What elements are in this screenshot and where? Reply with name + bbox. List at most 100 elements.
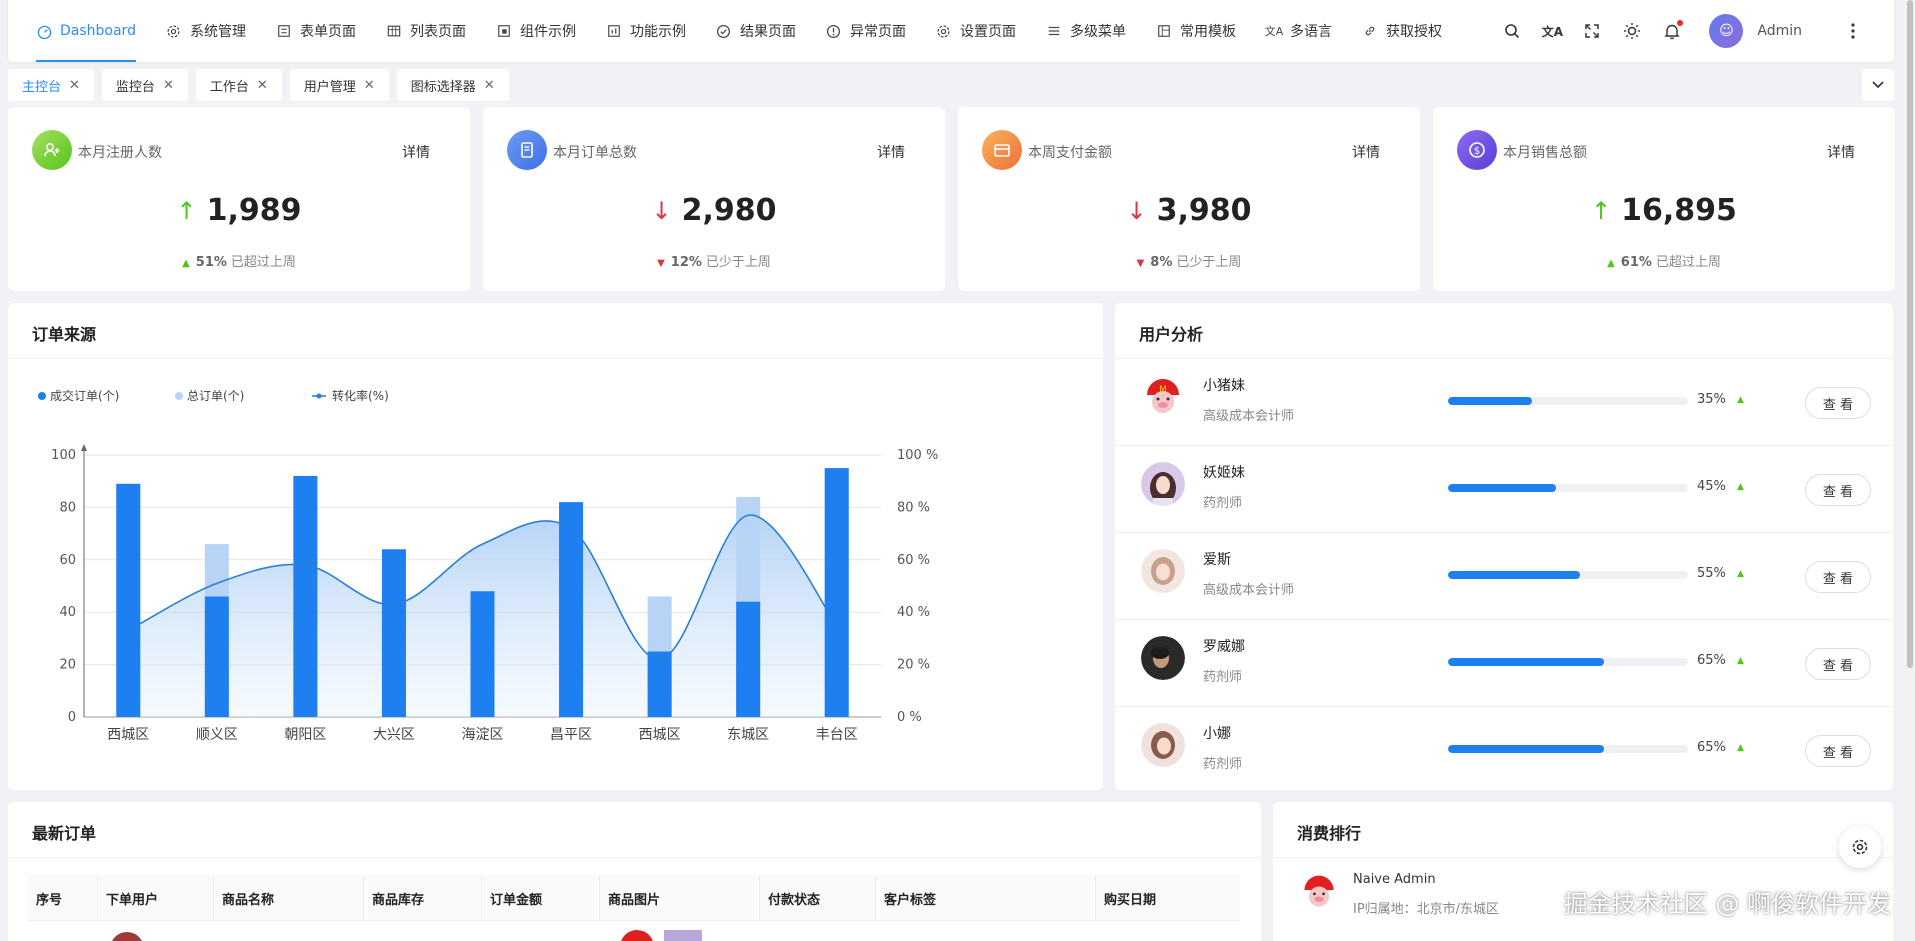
view-button[interactable]: 查 看 bbox=[1805, 387, 1871, 419]
user-role: 药剂师 bbox=[1203, 757, 1243, 772]
tab-user-manage[interactable]: 用户管理 ✕ bbox=[289, 69, 389, 101]
settings-gear-icon[interactable] bbox=[1839, 826, 1881, 868]
view-button[interactable]: 查 看 bbox=[1805, 474, 1871, 506]
detail-link[interactable]: 详情 bbox=[1827, 142, 1855, 162]
user-menu[interactable]: ☺ Admin bbox=[1709, 14, 1802, 48]
tab-console[interactable]: 主控台 ✕ bbox=[8, 69, 94, 101]
y-tick-label: 20 bbox=[59, 658, 76, 673]
user-name: 爱斯 bbox=[1203, 552, 1231, 568]
x-tick-label: 朝阳区 bbox=[284, 727, 326, 743]
more-vertical-icon[interactable] bbox=[1842, 20, 1864, 42]
translate-icon[interactable]: 文A bbox=[1541, 20, 1563, 42]
theme-sun-icon[interactable] bbox=[1621, 20, 1643, 42]
nav-label: 功能示例 bbox=[629, 24, 686, 40]
tab-monitor[interactable]: 监控台 ✕ bbox=[101, 69, 188, 101]
view-button[interactable]: 查 看 bbox=[1805, 735, 1871, 767]
y-axis-arrow bbox=[81, 444, 87, 451]
tab-icon-picker[interactable]: 图标选择器 ✕ bbox=[396, 69, 509, 101]
nav-label: 结果页面 bbox=[739, 24, 796, 40]
column-header[interactable]: 下单用户 bbox=[98, 875, 214, 921]
triangle-up-icon: ▲ bbox=[1737, 569, 1744, 579]
x-tick-label: 顺义区 bbox=[196, 727, 238, 743]
bell-icon[interactable] bbox=[1661, 20, 1684, 42]
progress-fill bbox=[1448, 571, 1580, 579]
y-tick-label: 100 bbox=[51, 448, 76, 463]
tab-workplace[interactable]: 工作台 ✕ bbox=[195, 69, 282, 101]
warning-circle-icon bbox=[826, 23, 842, 39]
tab-label: 用户管理 bbox=[303, 79, 356, 95]
fullscreen-icon[interactable] bbox=[1581, 20, 1603, 42]
nav-i18n[interactable]: 文A 多语言 bbox=[1265, 0, 1332, 62]
column-header[interactable]: 序号 bbox=[28, 875, 98, 921]
nav-label: 列表页面 bbox=[409, 24, 466, 40]
avatar bbox=[1141, 723, 1185, 767]
chevron-down-icon[interactable] bbox=[1862, 69, 1894, 101]
rank-user-ip: IP归属地：北京市/东城区 bbox=[1353, 902, 1500, 917]
column-header[interactable]: 订单金额 bbox=[482, 875, 600, 921]
nav-list[interactable]: 列表页面 bbox=[386, 0, 466, 62]
dollar-circle-icon: $ bbox=[1457, 130, 1497, 170]
card-title: 最新订单 bbox=[32, 824, 97, 843]
nav-exception[interactable]: 异常页面 bbox=[826, 0, 906, 62]
bar-deal bbox=[470, 591, 495, 717]
nav-label: 表单页面 bbox=[299, 24, 356, 40]
table-row bbox=[28, 922, 1240, 941]
legend-marker bbox=[175, 392, 183, 400]
triangle-up-icon: ▲ bbox=[182, 258, 190, 269]
form-icon bbox=[276, 23, 292, 39]
bar-deal bbox=[204, 596, 229, 717]
stat-value-row: ↓ 3,980 bbox=[958, 193, 1420, 228]
template-icon bbox=[1156, 23, 1172, 39]
tab-label: 图标选择器 bbox=[410, 79, 476, 95]
column-header[interactable]: 商品图片 bbox=[600, 875, 760, 921]
stat-compare-text: 已超过上周 bbox=[230, 255, 296, 270]
nav-settings[interactable]: 设置页面 bbox=[936, 0, 1016, 62]
nav-dashboard[interactable]: Dashboard bbox=[36, 0, 136, 62]
user-role: 药剂师 bbox=[1203, 496, 1243, 511]
detail-link[interactable]: 详情 bbox=[1352, 142, 1380, 162]
y-tick-label: 40 bbox=[59, 605, 76, 620]
nav-form[interactable]: 表单页面 bbox=[276, 0, 356, 62]
stat-card-payments: 本周支付金额 详情 ↓ 3,980 ▼ 8% 已少于上周 bbox=[958, 107, 1420, 291]
legend-marker bbox=[38, 392, 46, 400]
search-icon[interactable] bbox=[1501, 20, 1523, 42]
view-button[interactable]: 查 看 bbox=[1805, 648, 1871, 680]
progress-fill bbox=[1448, 745, 1604, 753]
nav-label: 常用模板 bbox=[1179, 24, 1236, 40]
order-doc-icon bbox=[507, 130, 547, 170]
stat-label: 本月订单总数 bbox=[553, 145, 637, 161]
nav-license[interactable]: 获取授权 bbox=[1362, 0, 1442, 62]
user-row: 妖姬妹 药剂师 45% ▲ 查 看 bbox=[1115, 446, 1893, 533]
column-header[interactable]: 商品库存 bbox=[364, 875, 482, 921]
close-icon[interactable]: ✕ bbox=[364, 78, 375, 93]
bar-deal bbox=[559, 502, 584, 717]
detail-link[interactable]: 详情 bbox=[877, 142, 905, 162]
nav-components[interactable]: 组件示例 bbox=[496, 0, 576, 62]
close-icon[interactable]: ✕ bbox=[257, 78, 268, 93]
column-header[interactable]: 商品名称 bbox=[214, 875, 364, 921]
user-role: 药剂师 bbox=[1203, 670, 1243, 685]
nav-multilevel[interactable]: 多级菜单 bbox=[1046, 0, 1126, 62]
stat-percent: 51% bbox=[195, 255, 227, 270]
close-icon[interactable]: ✕ bbox=[163, 78, 174, 93]
stat-card-sales: $ 本月销售总额 详情 ↑ 16,895 ▲ 61% 已超过上周 bbox=[1433, 107, 1895, 291]
scrollbar[interactable] bbox=[1905, 0, 1915, 941]
view-button[interactable]: 查 看 bbox=[1805, 561, 1871, 593]
detail-link[interactable]: 详情 bbox=[402, 142, 430, 162]
close-icon[interactable]: ✕ bbox=[69, 78, 80, 93]
column-header[interactable]: 购买日期 bbox=[1096, 875, 1240, 921]
legend-marker bbox=[316, 393, 322, 399]
scrollbar-thumb[interactable] bbox=[1907, 0, 1913, 668]
close-icon[interactable]: ✕ bbox=[484, 78, 495, 93]
column-header[interactable]: 付款状态 bbox=[760, 875, 876, 921]
stat-value-row: ↓ 2,980 bbox=[483, 193, 945, 228]
gear-icon bbox=[166, 23, 182, 39]
nav-templates[interactable]: 常用模板 bbox=[1156, 0, 1236, 62]
bar-deal bbox=[116, 483, 141, 717]
nav-system[interactable]: 系统管理 bbox=[166, 0, 246, 62]
nav-features[interactable]: 功能示例 bbox=[606, 0, 686, 62]
nav-result[interactable]: 结果页面 bbox=[716, 0, 796, 62]
arrow-up-icon: ↑ bbox=[1591, 196, 1612, 225]
user-add-icon bbox=[32, 130, 72, 170]
column-header[interactable]: 客户标签 bbox=[876, 875, 1096, 921]
